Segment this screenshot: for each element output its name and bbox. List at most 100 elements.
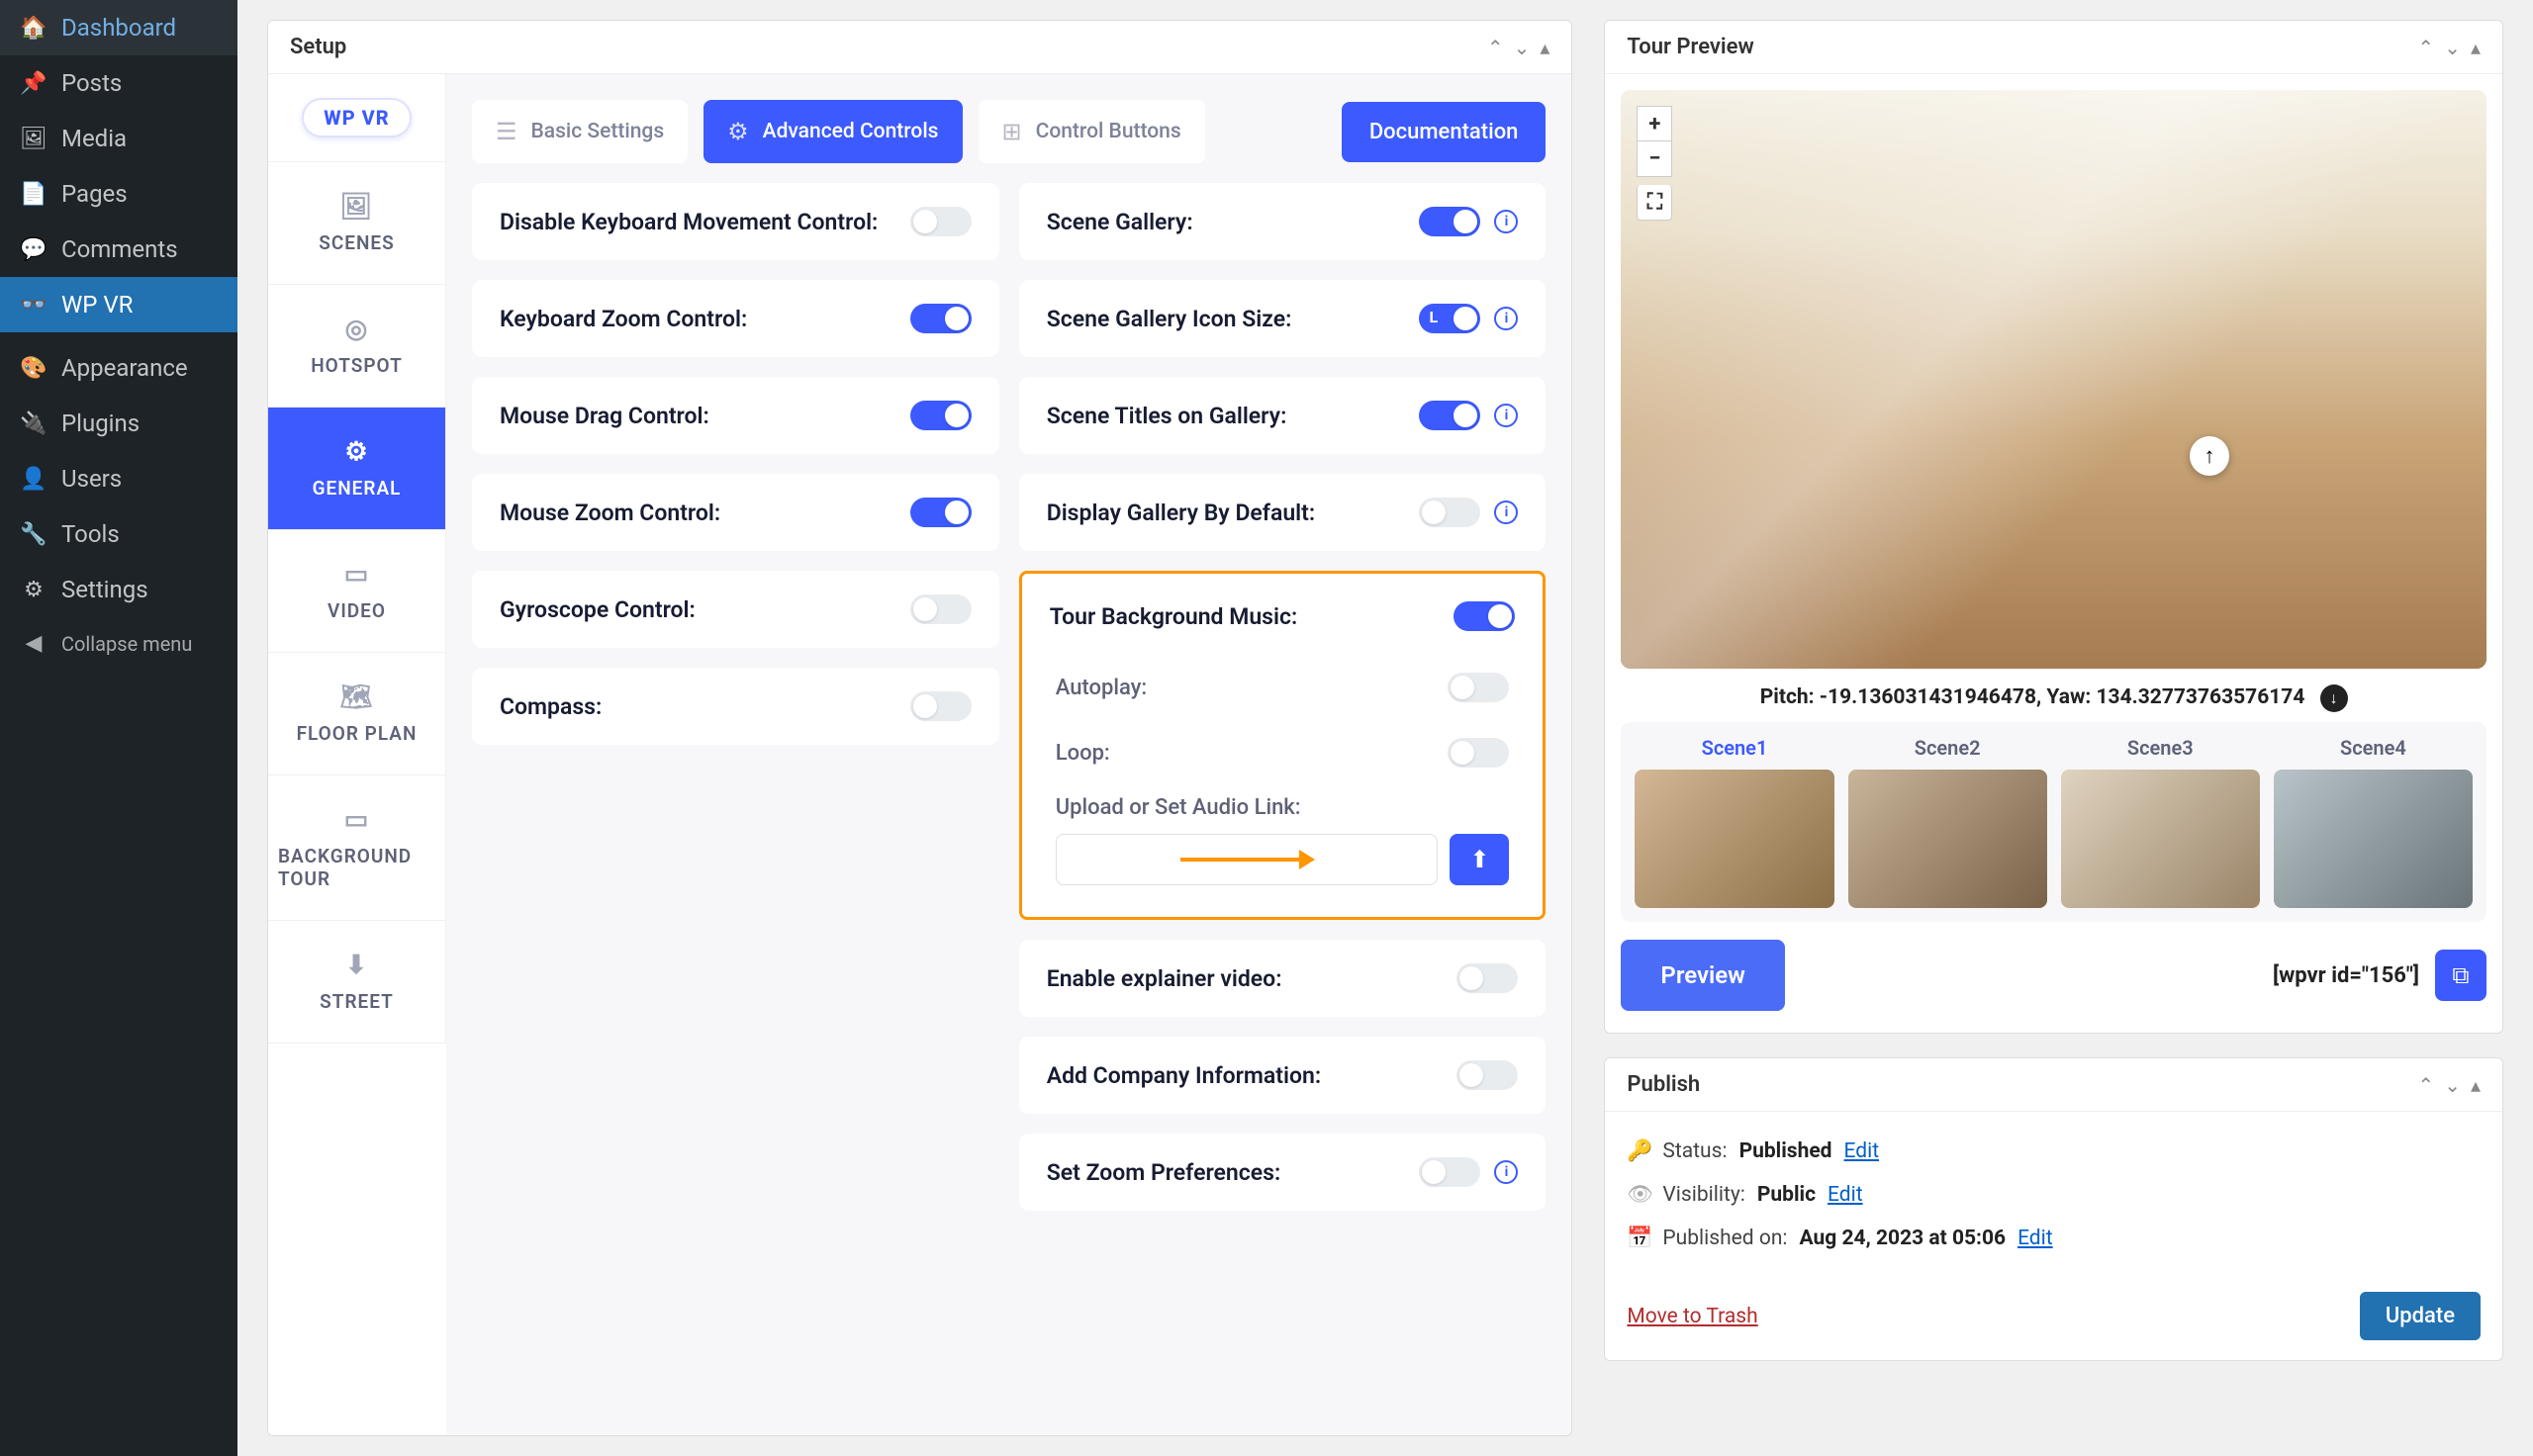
toggle-enable-explainer[interactable] [1456,963,1518,993]
menu-plugins-label: Plugins [61,410,140,437]
panorama-viewport[interactable]: + − ⛶ ↑ [1621,90,2486,669]
toggle-mouse-zoom[interactable] [910,498,972,527]
chevron-up-icon[interactable]: ⌃ [1487,36,1504,59]
scene-4-label: Scene4 [2340,736,2406,760]
info-icon[interactable]: i [1494,1160,1518,1184]
label-loop: Loop: [1056,741,1110,766]
edit-status-link[interactable]: Edit [1844,1139,1880,1163]
toggle-loop[interactable] [1448,738,1509,768]
tab-control-buttons[interactable]: ⊞ Control Buttons [979,100,1205,163]
toggle-scene-gallery[interactable] [1419,207,1480,236]
menu-users[interactable]: 👤Users [0,451,237,506]
menu-comments[interactable]: 💬Comments [0,222,237,277]
publish-header: Publish ⌃ ⌄ ▴ [1605,1058,2502,1112]
move-to-trash-link[interactable]: Move to Trash [1627,1305,1757,1328]
wpvr-logo-tab: WP VR [268,74,446,162]
menu-collapse[interactable]: ◀Collapse menu [0,617,237,670]
menu-tools[interactable]: 🔧Tools [0,506,237,562]
documentation-button[interactable]: Documentation [1342,102,1547,162]
fullscreen-button[interactable]: ⛶ [1637,185,1672,221]
toggle-set-zoom[interactable] [1419,1157,1480,1187]
controls-icon: ⚙ [727,118,749,145]
audio-link-input[interactable] [1056,834,1439,885]
menu-users-label: Users [61,465,122,493]
publish-status-row: 🔑 Status: Published Edit [1627,1130,2481,1173]
zoom-in-button[interactable]: + [1637,106,1672,141]
menu-plugins[interactable]: 🔌Plugins [0,396,237,451]
toggle-gyro[interactable] [910,594,972,624]
toggle-display-gallery-default[interactable] [1419,498,1480,527]
copy-coords-icon[interactable]: ↓ [2320,684,2348,712]
toggle-scene-titles[interactable] [1419,401,1480,430]
label-disable-kb-move: Disable Keyboard Movement Control: [500,209,878,235]
publish-title: Publish [1627,1072,1700,1097]
chevron-up-icon[interactable]: ⌃ [2417,1073,2434,1097]
info-icon[interactable]: i [1494,404,1518,427]
toggle-kb-zoom[interactable] [910,304,972,333]
label-enable-explainer: Enable explainer video: [1047,965,1282,992]
toggle-tour-bgm[interactable] [1454,601,1515,631]
zoom-out-button[interactable]: − [1637,141,1672,177]
tab-advanced-controls[interactable]: ⚙ Advanced Controls [704,100,962,163]
toggle-compass[interactable] [910,691,972,721]
collapse-panel-icon[interactable]: ▴ [2471,1073,2481,1097]
vtab-scenes[interactable]: 🖼 SCENES [268,162,446,285]
vr-icon: 👓 [20,293,47,318]
bgm-highlight-box: Tour Background Music: Autoplay: Loop: [1019,571,1547,920]
map-icon: 🗺 [339,682,373,712]
main-content: Setup ⌃ ⌄ ▴ WP VR 🖼 SCENES ◎ HOTSPOT [237,0,2533,1456]
vtab-video[interactable]: ▭ VIDEO [268,530,446,653]
info-icon[interactable]: i [1494,500,1518,524]
scene-thumb-2[interactable]: Scene2 [1848,736,2047,908]
vtab-street[interactable]: ⬇ STREET [268,921,446,1044]
toggle-disable-kb-move[interactable] [910,207,972,236]
menu-pages[interactable]: 📄Pages [0,166,237,222]
update-button[interactable]: Update [2360,1292,2481,1340]
vtab-floorplan[interactable]: 🗺 FLOOR PLAN [268,653,446,775]
menu-posts[interactable]: 📌Posts [0,55,237,111]
annotation-arrow [1180,850,1315,869]
tab-basic-settings[interactable]: ☰ Basic Settings [472,100,688,163]
chevron-down-icon[interactable]: ⌄ [2444,36,2461,59]
scene-thumb-1[interactable]: Scene1 [1635,736,1833,908]
wpvr-logo: WP VR [302,98,411,137]
chevron-up-icon[interactable]: ⌃ [2417,36,2434,59]
menu-media[interactable]: 🖼Media [0,111,237,166]
scene-thumb-3[interactable]: Scene3 [2061,736,2260,908]
info-icon[interactable]: i [1494,307,1518,330]
status-value: Published [1739,1139,1832,1163]
vtab-floorplan-label: FLOOR PLAN [297,722,418,745]
wp-admin-sidebar: 🏠Dashboard 📌Posts 🖼Media 📄Pages 💬Comment… [0,0,237,1456]
toggle-mouse-drag[interactable] [910,401,972,430]
chevron-down-icon[interactable]: ⌄ [2444,1073,2461,1097]
setting-scene-titles: Scene Titles on Gallery: i [1019,377,1547,454]
toggle-autoplay[interactable] [1448,673,1509,702]
vtab-hotspot[interactable]: ◎ HOTSPOT [268,285,446,408]
collapse-panel-icon[interactable]: ▴ [2471,36,2481,59]
setting-set-zoom: Set Zoom Preferences: i [1019,1134,1547,1211]
info-icon[interactable]: i [1494,210,1518,233]
hotspot-marker[interactable]: ↑ [2190,436,2229,476]
vtab-bgtour[interactable]: ▭ BACKGROUND TOUR [268,775,446,921]
scene-thumb-4[interactable]: Scene4 [2274,736,2473,908]
edit-date-link[interactable]: Edit [2017,1227,2053,1250]
toggle-add-company[interactable] [1456,1060,1518,1090]
menu-appearance[interactable]: 🎨Appearance [0,340,237,396]
label-add-company: Add Company Information: [1047,1062,1321,1089]
edit-visibility-link[interactable]: Edit [1828,1183,1863,1207]
preview-title: Tour Preview [1627,35,1753,59]
menu-settings[interactable]: ⚙Settings [0,562,237,617]
copy-shortcode-button[interactable]: ⧉ [2435,950,2486,1001]
collapse-panel-icon[interactable]: ▴ [1540,36,1549,59]
preview-button[interactable]: Preview [1621,940,1784,1011]
menu-tools-label: Tools [61,520,120,548]
vtab-general[interactable]: ⚙ GENERAL [268,408,446,530]
toggle-gallery-icon-size[interactable]: L [1419,304,1480,333]
chevron-down-icon[interactable]: ⌄ [1514,36,1531,59]
upload-audio-button[interactable]: ⬆ [1450,834,1509,885]
menu-wpvr[interactable]: 👓WP VR [0,277,237,332]
label-mouse-drag: Mouse Drag Control: [500,403,709,429]
menu-dashboard[interactable]: 🏠Dashboard [0,0,237,55]
pitch-yaw-readout: Pitch: -19.136031431946478, Yaw: 134.327… [1621,669,2486,722]
setting-enable-explainer: Enable explainer video: [1019,940,1547,1017]
